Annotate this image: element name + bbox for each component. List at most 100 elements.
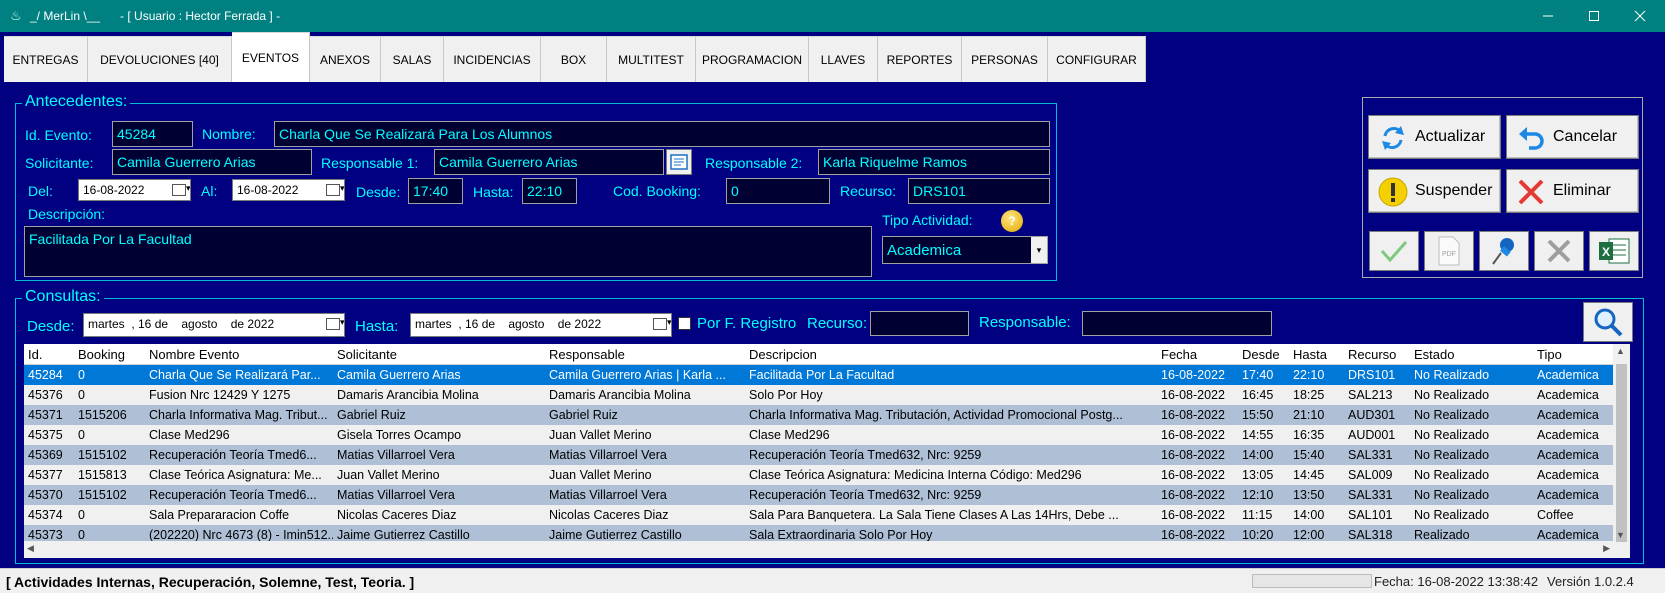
table-row[interactable]: 45284 0 Charla Que Se Realizará Par... Cami… bbox=[24, 365, 1621, 385]
cell-tipo: Academica bbox=[1537, 408, 1599, 422]
table-row[interactable]: 45377 1515813 Clase Teórica Asignatura: Me… bbox=[24, 465, 1621, 485]
cell-desde: 13:05 bbox=[1242, 468, 1274, 482]
cell-recurso: DRS101 bbox=[1348, 368, 1396, 382]
cell-tipo: Academica bbox=[1537, 388, 1599, 402]
consultas-desde-datepicker[interactable]: martes , 16 de agosto de 2022 bbox=[83, 313, 345, 337]
minimize-button[interactable] bbox=[1525, 0, 1571, 32]
desde-time-field[interactable]: 17:40 bbox=[408, 178, 463, 204]
cell-tipo: Academica bbox=[1537, 428, 1599, 442]
tab-configurar[interactable]: CONFIGURAR bbox=[1048, 36, 1146, 82]
scroll-left-icon[interactable]: ◀ bbox=[27, 543, 34, 554]
help-icon[interactable]: ? bbox=[1001, 210, 1023, 232]
table-row[interactable]: 45374 0 Sala Prepararacion Coffe Nicolas Ca… bbox=[24, 505, 1621, 525]
suspender-button[interactable]: Suspender bbox=[1368, 169, 1501, 213]
cell-id: 45370 bbox=[28, 488, 63, 502]
col-solicitante[interactable]: Solicitante bbox=[337, 347, 397, 362]
excel-button[interactable]: X bbox=[1589, 231, 1639, 271]
eventos-table[interactable]: Id. Booking Nombre Evento Solicitante Re… bbox=[24, 344, 1630, 558]
cell-hasta: 14:00 bbox=[1293, 508, 1325, 522]
confirm-button[interactable] bbox=[1369, 231, 1419, 271]
responsable2-field[interactable]: Karla Riquelme Ramos bbox=[818, 149, 1050, 175]
app-icon: ♨ bbox=[10, 8, 22, 23]
hasta-time-field[interactable]: 22:10 bbox=[522, 178, 577, 204]
eliminar-button[interactable]: Eliminar bbox=[1506, 169, 1639, 213]
table-row[interactable]: 45369 1515102 Recuperación Teoría Tmed6...… bbox=[24, 445, 1621, 465]
close-button[interactable] bbox=[1617, 0, 1663, 32]
solicitante-field[interactable]: Camila Guerrero Arias bbox=[112, 149, 312, 175]
cell-tipo: Coffee bbox=[1537, 508, 1574, 522]
cell-responsable: Juan Vallet Merino bbox=[549, 428, 652, 442]
consultas-hasta-datepicker[interactable]: martes , 16 de agosto de 2022 bbox=[410, 313, 672, 337]
consultas-desde-label: Desde: bbox=[27, 318, 75, 335]
nombre-field[interactable]: Charla Que Se Realizará Para Los Alumnos bbox=[274, 121, 1050, 147]
cancelar-button[interactable]: Cancelar bbox=[1506, 115, 1639, 159]
close-icon bbox=[1634, 10, 1646, 22]
tab-box[interactable]: BOX bbox=[541, 36, 607, 82]
cell-desde: 10:20 bbox=[1242, 528, 1274, 542]
col-estado[interactable]: Estado bbox=[1414, 347, 1454, 362]
list-icon bbox=[670, 154, 688, 170]
table-row[interactable]: 45370 1515102 Recuperación Teoría Tmed6...… bbox=[24, 485, 1621, 505]
tab-entregas[interactable]: ENTREGAS bbox=[4, 36, 88, 82]
id-evento-field[interactable]: 45284 bbox=[112, 121, 193, 147]
cell-estado: No Realizado bbox=[1414, 468, 1490, 482]
cell-estado: No Realizado bbox=[1414, 408, 1490, 422]
col-descripcion[interactable]: Descripcion bbox=[749, 347, 817, 362]
col-tipo[interactable]: Tipo bbox=[1537, 347, 1562, 362]
al-datepicker[interactable]: 16-08-2022 bbox=[232, 179, 345, 201]
descripcion-field[interactable]: Facilitada Por La Facultad bbox=[24, 226, 872, 277]
responsable1-field[interactable]: Camila Guerrero Arias bbox=[434, 149, 664, 175]
status-bar: [ Actividades Internas, Recuperación, So… bbox=[0, 568, 1665, 593]
cancel-x-button[interactable] bbox=[1534, 231, 1584, 271]
col-responsable[interactable]: Responsable bbox=[549, 347, 625, 362]
consultas-recurso-label: Recurso: bbox=[807, 315, 868, 332]
col-booking[interactable]: Booking bbox=[78, 347, 125, 362]
tab-incidencias[interactable]: INCIDENCIAS bbox=[444, 36, 541, 82]
table-row[interactable]: 45375 0 Clase Med296 Gisela Torres Ocampo Ju… bbox=[24, 425, 1621, 445]
col-hasta[interactable]: Hasta bbox=[1293, 347, 1327, 362]
scroll-right-icon[interactable]: ▶ bbox=[1603, 543, 1610, 554]
scroll-up-icon[interactable]: ▲ bbox=[1616, 346, 1625, 356]
tab-anexos[interactable]: ANEXOS bbox=[310, 36, 381, 82]
tab-devoluciones[interactable]: DEVOLUCIONES [40] bbox=[88, 36, 232, 82]
col-nombre-evento[interactable]: Nombre Evento bbox=[149, 347, 239, 362]
tab-personas[interactable]: PERSONAS bbox=[962, 36, 1048, 82]
cell-descripcion: Clase Med296 bbox=[749, 428, 830, 442]
actualizar-button[interactable]: Actualizar bbox=[1368, 115, 1501, 159]
col-recurso[interactable]: Recurso bbox=[1348, 347, 1396, 362]
horizontal-scrollbar[interactable]: ◀ ▶ bbox=[24, 541, 1613, 558]
vertical-scroll-thumb[interactable] bbox=[1616, 364, 1627, 542]
tab-programacion[interactable]: PROGRAMACION bbox=[696, 36, 809, 82]
pin-button[interactable] bbox=[1479, 231, 1529, 271]
tab-reportes[interactable]: REPORTES bbox=[878, 36, 962, 82]
del-datepicker[interactable]: 16-08-2022 bbox=[78, 179, 191, 201]
cell-hasta: 15:40 bbox=[1293, 448, 1325, 462]
pdf-button[interactable]: PDF bbox=[1424, 231, 1474, 271]
table-row[interactable]: 45376 0 Fusion Nrc 12429 Y 1275 Damaris Ara… bbox=[24, 385, 1621, 405]
del-label: Del: bbox=[28, 183, 53, 199]
excel-icon: X bbox=[1599, 238, 1630, 264]
cell-estado: No Realizado bbox=[1414, 488, 1490, 502]
por-f-registro-checkbox[interactable] bbox=[678, 317, 691, 330]
responsable-list-button[interactable] bbox=[666, 149, 692, 175]
tab-salas[interactable]: SALAS bbox=[381, 36, 444, 82]
refresh-icon bbox=[1382, 126, 1404, 150]
col-id[interactable]: Id. bbox=[28, 347, 42, 362]
tipo-actividad-select[interactable]: Academica ▾ bbox=[882, 236, 1048, 264]
maximize-button[interactable] bbox=[1571, 0, 1617, 32]
tab-eventos[interactable]: EVENTOS bbox=[232, 32, 310, 82]
col-desde[interactable]: Desde bbox=[1242, 347, 1280, 362]
antecedentes-legend: Antecedentes: bbox=[22, 93, 131, 111]
consultas-responsable-field[interactable] bbox=[1082, 311, 1272, 336]
col-fecha[interactable]: Fecha bbox=[1161, 347, 1197, 362]
tab-multitest[interactable]: MULTITEST bbox=[607, 36, 696, 82]
search-button[interactable] bbox=[1583, 302, 1633, 342]
scroll-down-icon[interactable]: ▼ bbox=[1616, 530, 1625, 540]
tab-llaves[interactable]: LLAVES bbox=[809, 36, 878, 82]
recurso-field[interactable]: DRS101 bbox=[908, 178, 1050, 204]
cod-booking-field[interactable]: 0 bbox=[726, 178, 830, 204]
vertical-scrollbar[interactable]: ▲ ▼ bbox=[1613, 344, 1630, 558]
consultas-recurso-field[interactable] bbox=[870, 311, 969, 336]
table-row[interactable]: 45371 1515206 Charla Informativa Mag. Trib… bbox=[24, 405, 1621, 425]
status-fecha: Fecha: 16-08-2022 13:38:42 bbox=[1374, 574, 1539, 589]
